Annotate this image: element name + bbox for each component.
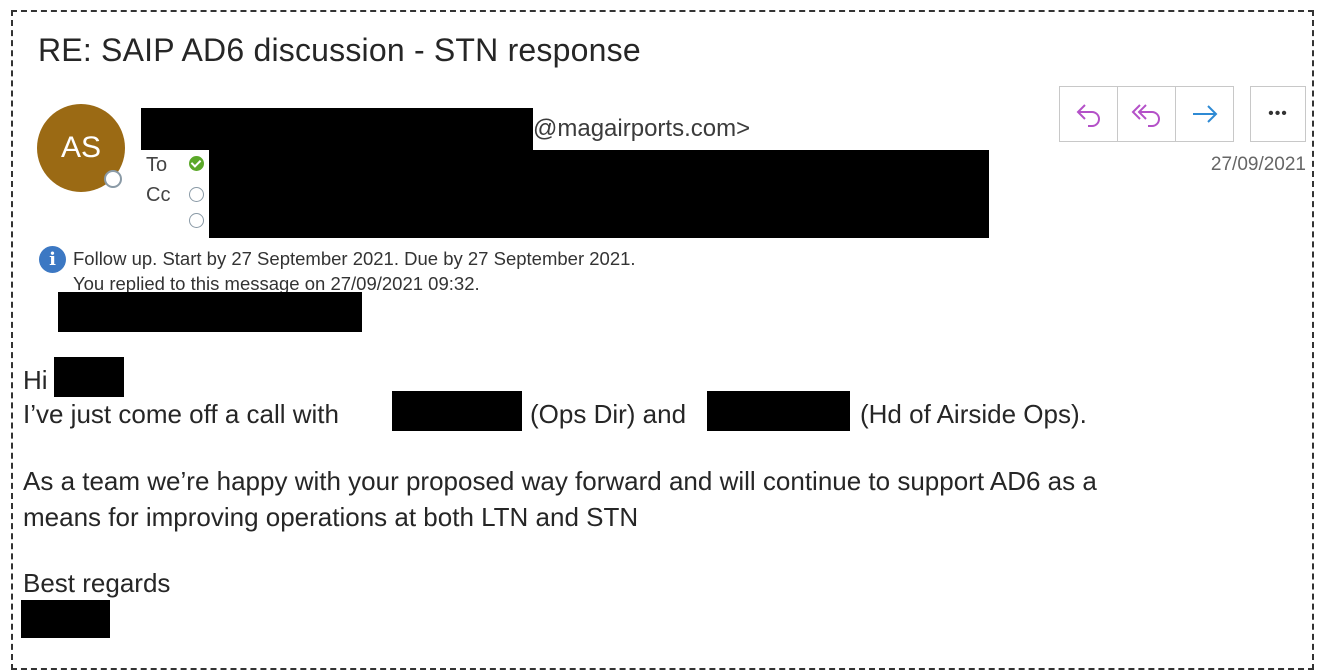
- redacted-name-ops-dir: [392, 391, 522, 431]
- redacted-recipients: [209, 150, 989, 238]
- redacted-signature: [21, 600, 110, 638]
- body-line1-start: I’ve just come off a call with: [23, 399, 339, 429]
- recipient-status-icon: [189, 213, 204, 228]
- redacted-name-airside: [707, 391, 850, 431]
- body-greeting: Hi: [23, 365, 48, 395]
- info-icon: i: [39, 246, 66, 273]
- reply-all-button[interactable]: [1118, 87, 1176, 141]
- sent-date: 27/09/2021: [1210, 154, 1306, 175]
- follow-up-info: Follow up. Start by 27 September 2021. D…: [73, 248, 636, 269]
- forward-icon: [1192, 105, 1217, 123]
- more-actions-button[interactable]: •••: [1250, 86, 1306, 142]
- reply-button[interactable]: [1060, 87, 1118, 141]
- forward-button[interactable]: [1176, 87, 1233, 141]
- more-icon: •••: [1268, 105, 1288, 122]
- sender-email-suffix[interactable]: @magairports.com>: [533, 115, 750, 143]
- recipient-status-icon: [189, 187, 204, 202]
- reply-icon: [1076, 104, 1100, 127]
- to-label: To: [146, 154, 168, 176]
- sender-initials: AS: [60, 131, 102, 164]
- body-line1-end: (Hd of Airside Ops).: [860, 399, 1087, 429]
- redacted-recipient-name: [54, 357, 124, 397]
- body-para2-line2: means for improving operations at both L…: [23, 502, 639, 532]
- email-subject: RE: SAIP AD6 discussion - STN response: [38, 32, 641, 68]
- presence-status-icon: [104, 170, 122, 188]
- redacted-info-line: [58, 292, 362, 332]
- redacted-sender-name: [141, 108, 533, 150]
- recipient-available-icon: [189, 156, 204, 171]
- cc-label: Cc: [146, 184, 171, 206]
- body-line1-mid: (Ops Dir) and: [530, 399, 687, 429]
- reply-all-icon: [1131, 104, 1160, 127]
- body-signoff: Best regards: [23, 568, 171, 598]
- reply-actions-group: [1059, 86, 1234, 142]
- body-para2-line1: As a team we’re happy with your proposed…: [23, 466, 1097, 496]
